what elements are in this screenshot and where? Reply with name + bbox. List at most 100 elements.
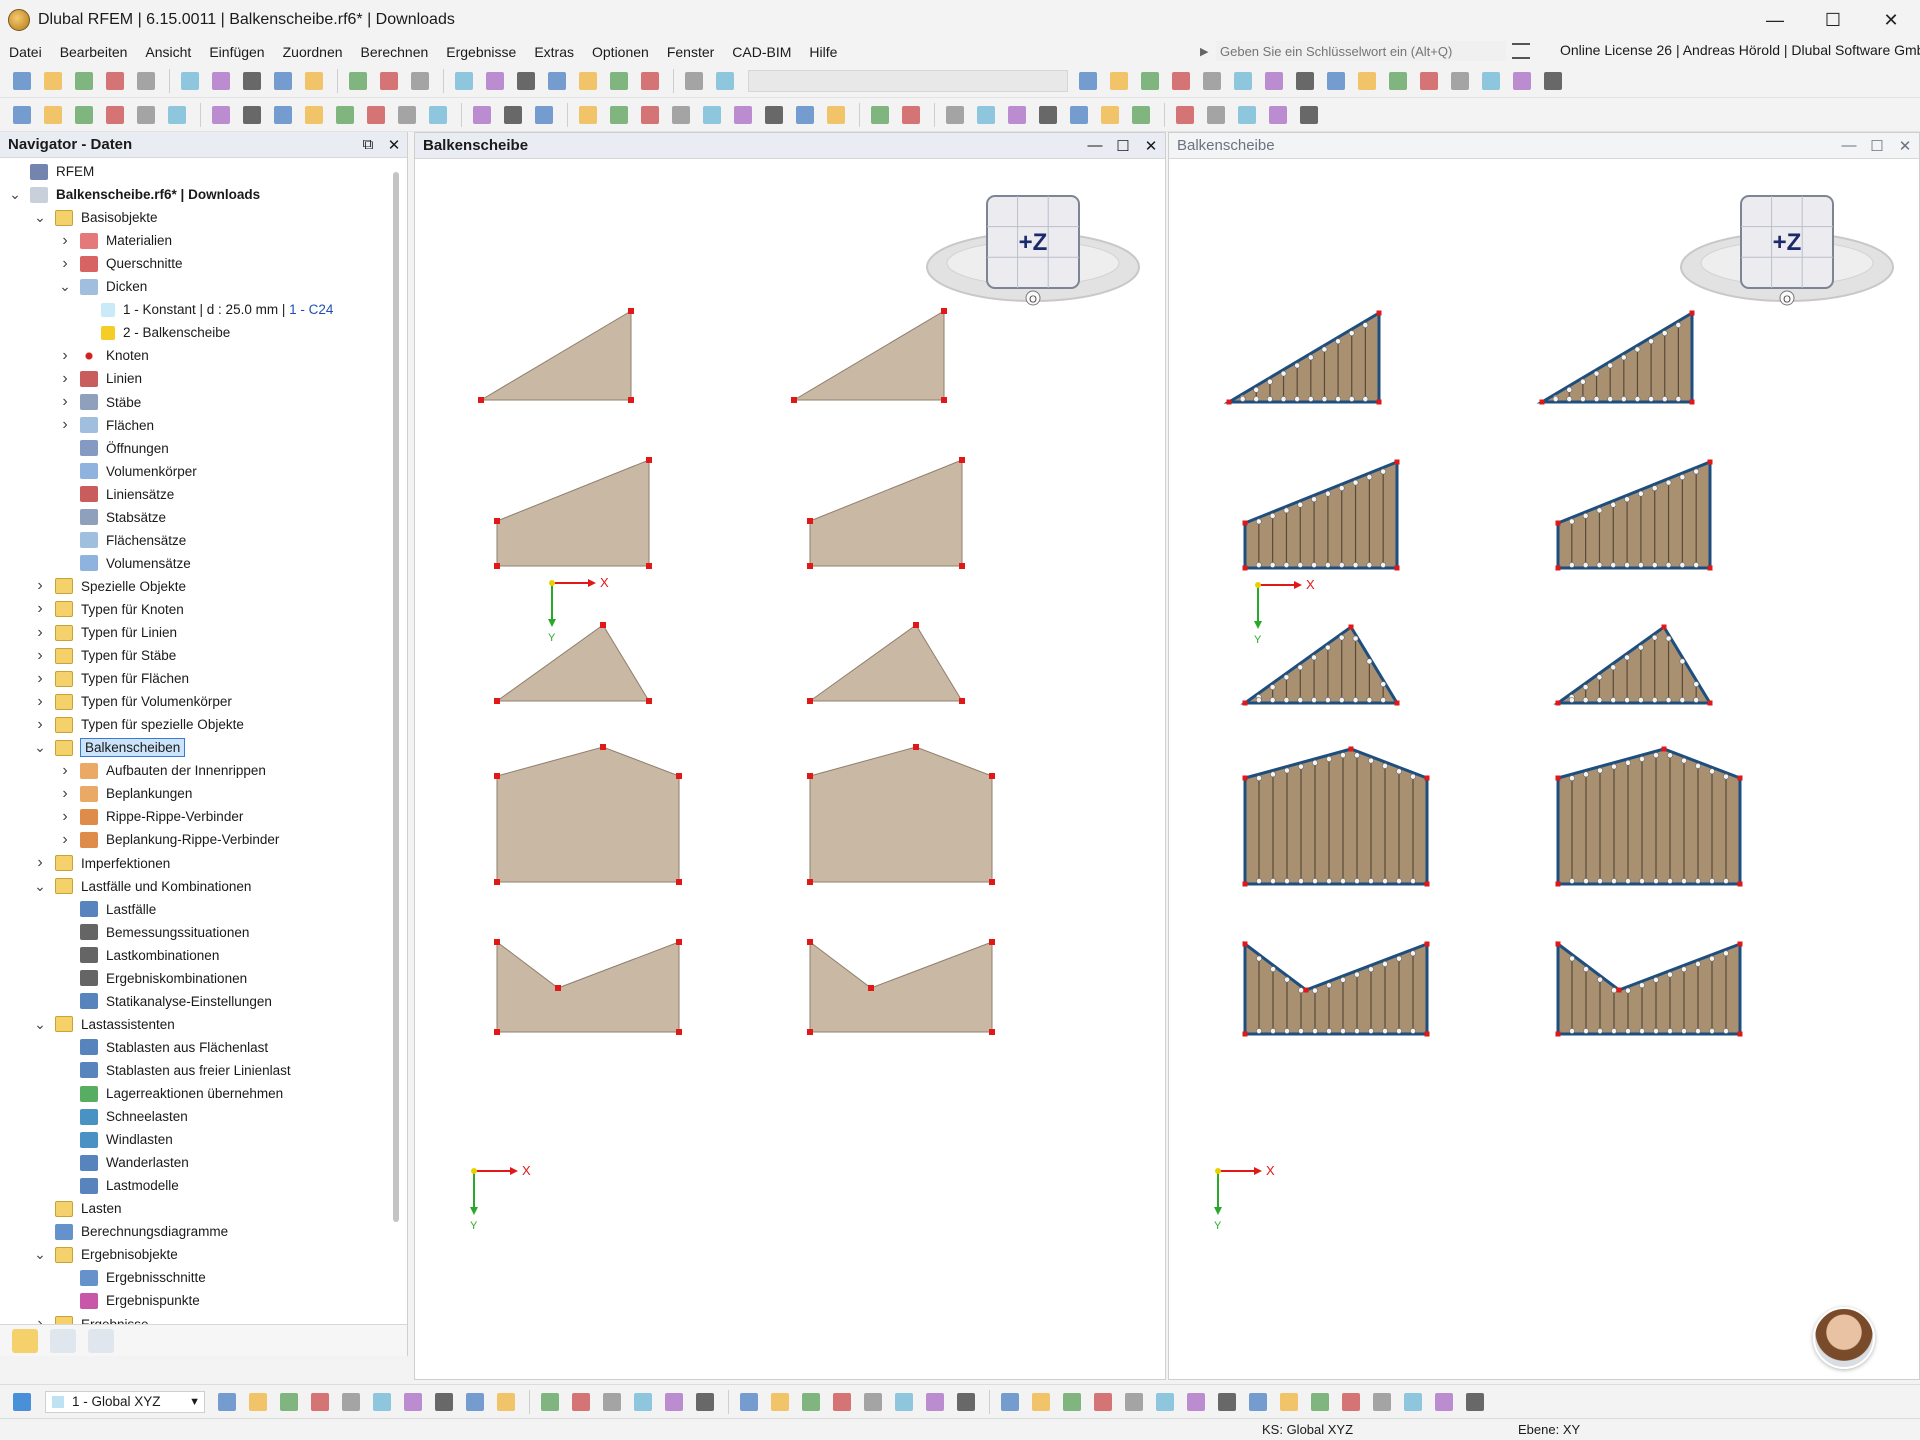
surface-shape[interactable] (496, 746, 680, 883)
toolbar2-tool-icon[interactable] (269, 102, 297, 128)
wall-panel[interactable] (1223, 310, 1381, 404)
node-point[interactable] (1555, 520, 1561, 526)
chevron-right-icon[interactable]: › (58, 416, 72, 434)
node-point[interactable] (1424, 941, 1430, 947)
tree-item-schneelasten[interactable]: Schneelasten (58, 1105, 188, 1128)
node-point[interactable] (478, 397, 484, 403)
tree-item-basisobjekte[interactable]: ⌄ Basisobjekte (33, 206, 158, 229)
node-point[interactable] (807, 879, 813, 885)
node-point[interactable] (494, 879, 500, 885)
node-point[interactable] (1424, 881, 1430, 887)
bottom-icons-tool-icon[interactable] (735, 1389, 763, 1415)
tree-item-knoten[interactable]: › Knoten (58, 344, 149, 367)
tree-item-spezielle-objekte[interactable]: › Spezielle Objekte (33, 575, 186, 598)
toolbar2-tool-icon[interactable] (941, 102, 969, 128)
toolbar1-tool-icon[interactable] (1105, 68, 1133, 94)
bottom-icons-tool-icon[interactable] (598, 1389, 626, 1415)
toolbar1-tool-icon[interactable] (1384, 68, 1412, 94)
node-point[interactable] (1616, 987, 1622, 993)
toolbar2-tool-icon[interactable] (1127, 102, 1155, 128)
wall-panel[interactable] (1536, 310, 1694, 404)
tree-item-lastkombinationen[interactable]: Lastkombinationen (58, 944, 219, 967)
node-point[interactable] (1555, 775, 1561, 781)
tree-item-flaechensaetze[interactable]: Flächensätze (58, 529, 186, 552)
tree-item-dicken[interactable]: ⌄ Dicken (58, 275, 147, 298)
tree-item-typen-volumen[interactable]: › Typen für Volumenkörper (33, 690, 232, 713)
tree-item-windlasten[interactable]: Windlasten (58, 1128, 173, 1151)
tree-item-lastassistenten[interactable]: ⌄ Lastassistenten (33, 1013, 175, 1036)
tree-item-statikanalyse[interactable]: Statikanalyse-Einstellungen (58, 990, 272, 1013)
toolbar2-tool-icon[interactable] (866, 102, 894, 128)
node-point[interactable] (1242, 565, 1248, 571)
node-point[interactable] (676, 773, 682, 779)
tree-item-volumensaetze[interactable]: Volumensätze (58, 552, 191, 575)
assistant-avatar[interactable] (1813, 1307, 1875, 1369)
node-point[interactable] (1707, 565, 1713, 571)
toolbar2-tool-icon[interactable] (1264, 102, 1292, 128)
toolbar1-tool-icon[interactable] (1415, 68, 1443, 94)
chevron-right-icon[interactable]: › (58, 370, 72, 388)
surface-shape[interactable] (496, 940, 680, 1033)
surface-shape[interactable] (809, 459, 963, 567)
toolbar2-tool-icon[interactable] (1003, 102, 1031, 128)
menu-berechnen[interactable]: Berechnen (352, 44, 438, 60)
toolbar2-tool-icon[interactable] (8, 102, 36, 128)
toolbar2-tool-icon[interactable] (1233, 102, 1261, 128)
tree-item-volumenkoerper[interactable]: Volumenkörper (58, 460, 197, 483)
close-view-icon[interactable]: ✕ (1137, 137, 1165, 155)
bottom-icons-tool-icon[interactable] (1337, 1389, 1365, 1415)
close-view-icon[interactable]: ✕ (1891, 137, 1919, 155)
menu-ansicht[interactable]: Ansicht (136, 44, 200, 60)
node-point[interactable] (1242, 1031, 1248, 1037)
tree-item-liniensaetze[interactable]: Liniensätze (58, 483, 174, 506)
toolbar1-tool-icon[interactable] (680, 68, 708, 94)
coordinate-system-select[interactable]: 1 - Global XYZ ▼ (45, 1390, 205, 1413)
wall-panel[interactable] (1240, 624, 1400, 705)
node-point[interactable] (676, 879, 682, 885)
tree-item-flaechen[interactable]: › Flächen (58, 414, 154, 437)
toolbar1-tool-icon[interactable] (512, 68, 540, 94)
maximize-view-icon[interactable]: ☐ (1863, 137, 1891, 155)
chevron-right-icon[interactable]: › (33, 577, 47, 595)
undock-icon[interactable]: ⧉ (355, 136, 381, 154)
toolbar2-tool-icon[interactable] (791, 102, 819, 128)
node-point[interactable] (807, 563, 813, 569)
toolbar1-tool-icon[interactable] (1167, 68, 1195, 94)
toolbar2-tool-icon[interactable] (972, 102, 1000, 128)
node-point[interactable] (1242, 520, 1248, 526)
tree-item-typen-linien[interactable]: › Typen für Linien (33, 621, 177, 644)
bottom-icons-tool-icon[interactable] (797, 1389, 825, 1415)
toolbar2-tool-icon[interactable] (1065, 102, 1093, 128)
tree-item-stabsaetze[interactable]: Stabsätze (58, 506, 166, 529)
node-point[interactable] (989, 939, 995, 945)
bottom-icons-tool-icon[interactable] (1027, 1389, 1055, 1415)
navigator-scrollbar[interactable] (393, 172, 399, 1222)
node-point[interactable] (1394, 700, 1400, 706)
node-point[interactable] (1707, 700, 1713, 706)
menu-datei[interactable]: Datei (0, 44, 51, 60)
surface-shape[interactable] (792, 310, 945, 401)
bottom-icons-tool-icon[interactable] (399, 1389, 427, 1415)
bottom-icons-tool-icon[interactable] (368, 1389, 396, 1415)
tree-item-lasten[interactable]: Lasten (33, 1197, 122, 1220)
menu-optionen[interactable]: Optionen (583, 44, 658, 60)
menu-zuordnen[interactable]: Zuordnen (274, 44, 352, 60)
node-point[interactable] (1539, 399, 1545, 405)
tree-item-stablasten-flaeche[interactable]: Stablasten aus Flächenlast (58, 1036, 268, 1059)
node-point[interactable] (1303, 987, 1309, 993)
chevron-right-icon[interactable]: › (58, 232, 72, 250)
node-point[interactable] (807, 773, 813, 779)
tree-item-typen-knoten[interactable]: › Typen für Knoten (33, 598, 184, 621)
toolbar2-tool-icon[interactable] (605, 102, 633, 128)
node-point[interactable] (600, 622, 606, 628)
toolbar2-tool-icon[interactable] (822, 102, 850, 128)
tree-item-lastmodelle[interactable]: Lastmodelle (58, 1174, 179, 1197)
tree-item-imperfektionen[interactable]: › Imperfektionen (33, 852, 170, 875)
toolbar2-tool-icon[interactable] (574, 102, 602, 128)
node-point[interactable] (1242, 941, 1248, 947)
node-point[interactable] (1424, 1031, 1430, 1037)
node-point[interactable] (959, 457, 965, 463)
toolbar2-tool-icon[interactable] (207, 102, 235, 128)
node-point[interactable] (1226, 399, 1232, 405)
node-point[interactable] (1394, 565, 1400, 571)
